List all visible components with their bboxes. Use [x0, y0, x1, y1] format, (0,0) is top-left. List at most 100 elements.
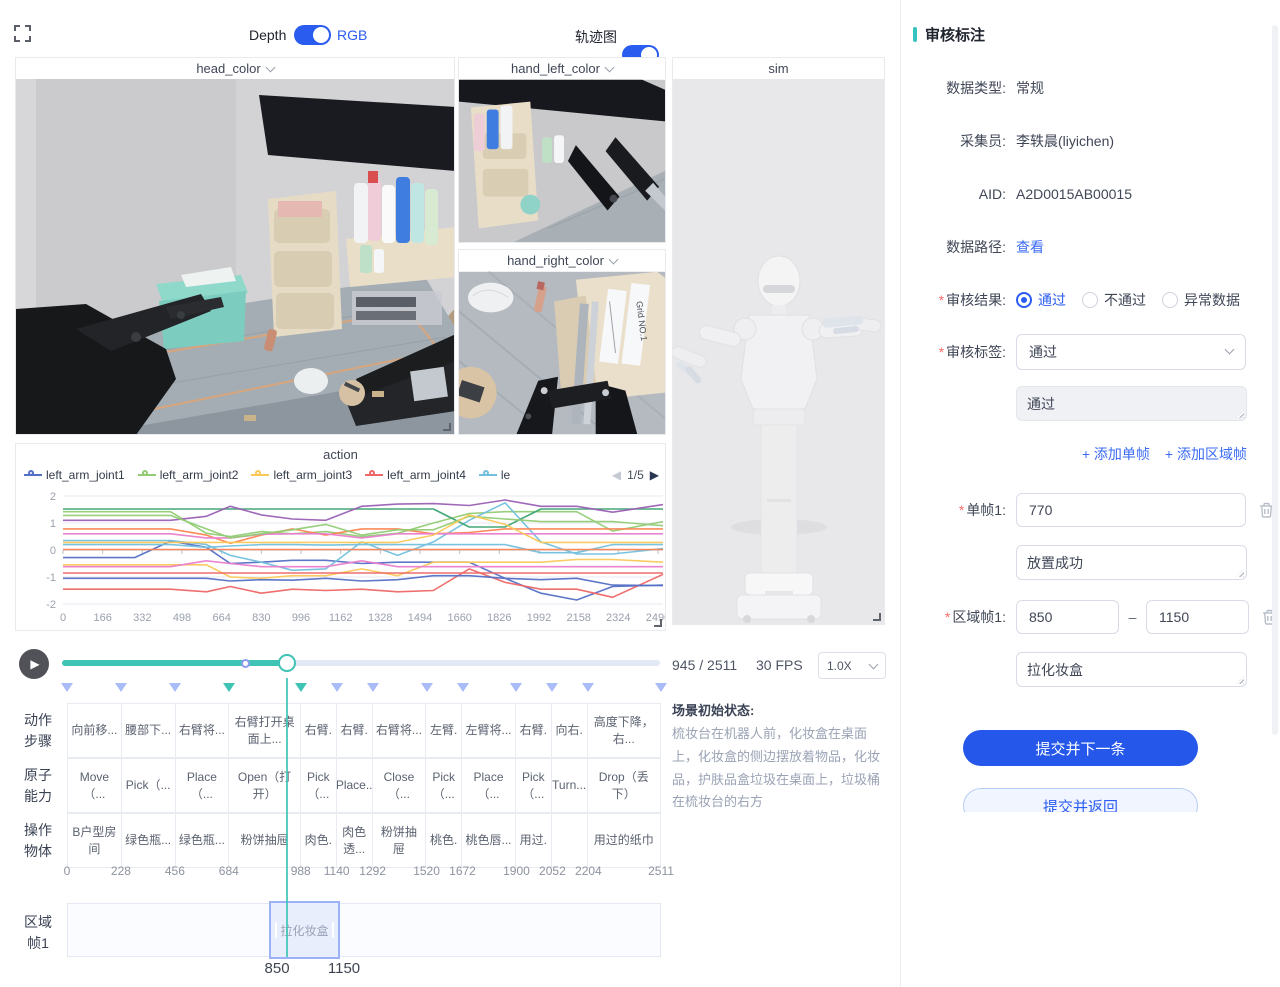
step-cell[interactable]: 高度下降，右...	[588, 704, 660, 757]
step-cell[interactable]: 向前移...	[68, 704, 122, 757]
step-marker-triangle-1672[interactable]	[457, 683, 469, 692]
step-marker-triangle-456[interactable]	[169, 683, 181, 692]
step-cell[interactable]: Pick（...	[426, 759, 462, 812]
textarea-resize-grip[interactable]	[1236, 410, 1244, 418]
radio-option-不通过[interactable]: 不通过	[1082, 290, 1146, 310]
svg-text:830: 830	[252, 612, 270, 624]
step-cell[interactable]: Place（...	[176, 759, 230, 812]
hand-left-camera-header[interactable]: hand_left_color	[459, 58, 665, 79]
step-cell[interactable]	[552, 814, 588, 867]
step-cell[interactable]: 右臂.	[516, 704, 552, 757]
single-frame-marker-dot[interactable]	[241, 659, 250, 668]
step-cell[interactable]: 肉色透...	[337, 814, 373, 867]
step-marker-triangle-1900[interactable]	[510, 683, 522, 692]
step-marker-triangle-2052[interactable]	[546, 683, 558, 692]
review-tag-select[interactable]: 通过	[1016, 334, 1246, 370]
action-line-chart[interactable]: 210-1-2016633249866483099611621328149416…	[16, 490, 665, 626]
info-field-label: 数据类型:	[901, 78, 1006, 98]
step-cell[interactable]: 绿色瓶...	[176, 814, 230, 867]
step-cell[interactable]: 右臂将...	[176, 704, 230, 757]
step-cell[interactable]: 用过的纸巾	[588, 814, 660, 867]
legend-next-icon[interactable]: ▶	[650, 468, 659, 482]
radio-option-通过[interactable]: 通过	[1016, 290, 1066, 310]
legend-item-left_arm_joint1[interactable]: left_arm_joint1	[24, 468, 125, 482]
segment-handle-right[interactable]	[332, 922, 334, 938]
step-cell[interactable]: 用过.	[516, 814, 552, 867]
data-path-label: 数据路径:	[901, 237, 1006, 257]
data-path-link[interactable]: 查看	[1016, 237, 1044, 257]
step-cell[interactable]: 向右.	[552, 704, 588, 757]
step-marker-triangle-684[interactable]	[223, 683, 235, 692]
step-marker-triangle-1520[interactable]	[421, 683, 433, 692]
step-cell[interactable]: Open（打开）	[229, 759, 301, 812]
step-cell[interactable]: 左臂.	[426, 704, 462, 757]
review-tag-comment[interactable]: 通过	[1016, 386, 1247, 421]
textarea-resize-grip[interactable]	[1236, 569, 1244, 577]
step-cell[interactable]: Move（...	[68, 759, 122, 812]
step-cell[interactable]: 右臂.	[337, 704, 373, 757]
step-cell[interactable]: 右臂打开桌面上...	[229, 704, 301, 757]
hand-right-camera-header[interactable]: hand_right_color	[459, 250, 665, 271]
step-cell[interactable]: 桃色.	[426, 814, 462, 867]
step-cell[interactable]: 粉饼抽屉	[229, 814, 301, 867]
step-marker-triangle-988[interactable]	[295, 683, 307, 692]
info-field-row: 数据类型:常规	[901, 78, 1280, 98]
legend-item-left_arm_joint3[interactable]: left_arm_joint3	[251, 468, 352, 482]
panel-resize-handle[interactable]	[654, 619, 662, 627]
step-marker-triangle-1140[interactable]	[331, 683, 343, 692]
region-track[interactable]: 拉化妆盒	[67, 903, 661, 957]
radio-option-异常数据[interactable]: 异常数据	[1162, 290, 1240, 310]
submit-return-button[interactable]: 提交并返回	[963, 788, 1198, 812]
single-frame-input[interactable]: 770	[1016, 493, 1246, 527]
step-marker-triangle-228[interactable]	[115, 683, 127, 692]
step-cell[interactable]: 左臂将...	[462, 704, 516, 757]
step-cell[interactable]: Pick（...	[516, 759, 552, 812]
step-marker-triangle-0[interactable]	[61, 683, 73, 692]
fullscreen-icon[interactable]	[14, 25, 31, 47]
legend-item-left_arm_joint4[interactable]: left_arm_joint4	[365, 468, 466, 482]
step-cell[interactable]: 右臂将...	[373, 704, 427, 757]
region-start-input[interactable]: 850	[1016, 600, 1119, 634]
frame-axis-label: 456	[165, 864, 185, 878]
segment-handle-left[interactable]	[275, 922, 277, 938]
step-cell[interactable]: Drop（丢下）	[588, 759, 660, 812]
step-marker-triangle-2511[interactable]	[655, 683, 667, 692]
legend-prev-icon[interactable]: ◀	[612, 468, 621, 482]
speed-select[interactable]: 1.0X	[818, 652, 886, 679]
depth-rgb-toggle[interactable]	[294, 25, 331, 45]
step-cell[interactable]: 桃色唇...	[462, 814, 516, 867]
region-segment[interactable]: 拉化妆盒	[269, 901, 340, 959]
radio-icon	[1162, 292, 1178, 308]
add-region-frame-link[interactable]: + 添加区域帧	[1165, 444, 1247, 464]
play-button[interactable]: ▶	[19, 649, 49, 679]
legend-item-left_arm_joint2[interactable]: left_arm_joint2	[138, 468, 239, 482]
step-marker-triangle-2204[interactable]	[582, 683, 594, 692]
step-cell[interactable]: Close（...	[373, 759, 427, 812]
panel-resize-handle[interactable]	[443, 423, 451, 431]
step-cell[interactable]: B户型房间	[68, 814, 122, 867]
step-cell[interactable]: 腰部下...	[122, 704, 176, 757]
step-cell[interactable]: Turn...	[552, 759, 588, 812]
legend-item-le[interactable]: le	[479, 468, 510, 482]
step-cell[interactable]: Pick（...	[301, 759, 337, 812]
region-frame-comment-row: 拉化妆盒	[1016, 652, 1280, 687]
step-cell[interactable]: 绿色瓶...	[122, 814, 176, 867]
region-end-input[interactable]: 1150	[1146, 600, 1249, 634]
step-cell[interactable]: 肉色.	[301, 814, 337, 867]
step-cell[interactable]: 右臂.	[301, 704, 337, 757]
step-marker-triangle-1292[interactable]	[367, 683, 379, 692]
submit-next-button[interactable]: 提交并下一条	[963, 730, 1198, 766]
panel-resize-handle[interactable]	[873, 613, 881, 621]
add-single-frame-link[interactable]: + 添加单帧	[1082, 444, 1150, 464]
step-cell[interactable]: Pick（...	[122, 759, 176, 812]
head-camera-header[interactable]: head_color	[16, 58, 454, 79]
step-cell[interactable]: Place..	[337, 759, 373, 812]
step-cell[interactable]: Place（...	[462, 759, 516, 812]
svg-text:1494: 1494	[408, 612, 432, 624]
page-scrollbar[interactable]	[1272, 25, 1278, 735]
timeline-slider-knob[interactable]	[278, 654, 296, 672]
single-frame-comment[interactable]: 放置成功	[1016, 545, 1247, 580]
region-frame-comment[interactable]: 拉化妆盒	[1016, 652, 1247, 687]
textarea-resize-grip[interactable]	[1236, 676, 1244, 684]
step-cell[interactable]: 粉饼抽屉	[373, 814, 427, 867]
